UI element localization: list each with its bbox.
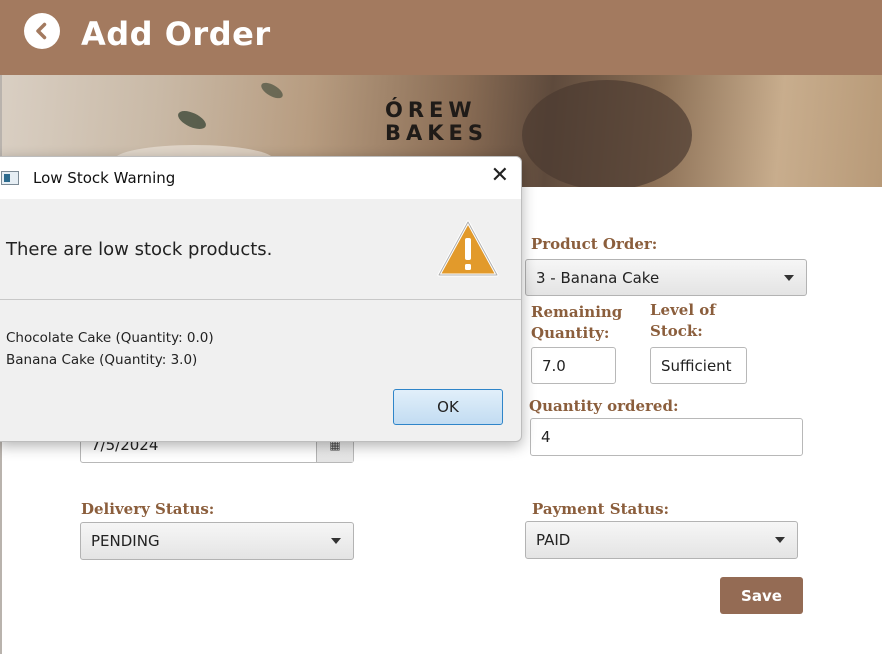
payment-status-select[interactable]: PAID [525,521,798,559]
app-window-icon [1,171,19,185]
warning-icon [437,220,499,277]
quantity-ordered-label: Quantity ordered: [529,397,679,415]
dialog-titlebar[interactable]: Low Stock Warning ✕ [0,157,521,199]
chevron-down-icon [784,274,794,281]
dialog-title: Low Stock Warning [33,169,176,187]
ok-button[interactable]: OK [393,389,503,425]
stock-level-label: Level of Stock: [650,301,716,340]
dialog-message: There are low stock products. [6,239,273,260]
product-order-select[interactable]: 3 - Banana Cake [525,259,807,296]
remaining-quantity-field: 7.0 [531,347,616,384]
product-order-value: 3 - Banana Cake [536,268,660,287]
payment-status-value: PAID [536,531,571,549]
delivery-status-value: PENDING [91,532,160,550]
close-icon[interactable]: ✕ [491,163,509,188]
low-stock-dialog: Low Stock Warning ✕ There are low stock … [0,156,522,442]
chevron-down-icon [331,538,341,544]
product-order-label: Product Order: [531,235,658,253]
chevron-down-icon [775,537,785,543]
delivery-status-select[interactable]: PENDING [80,522,354,560]
payment-status-label: Payment Status: [532,500,670,518]
list-item: Chocolate Cake (Quantity: 0.0) [6,330,214,346]
list-item: Banana Cake (Quantity: 3.0) [6,352,198,368]
back-button[interactable] [24,13,60,49]
remaining-quantity-label: Remaining Quantity: [531,303,623,342]
delivery-status-label: Delivery Status: [81,500,215,518]
save-button[interactable]: Save [720,577,803,614]
chevron-left-icon [36,22,47,40]
quantity-ordered-input[interactable]: 4 [530,418,803,456]
stock-level-field: Sufficient [650,347,747,384]
page-title: Add Order [81,15,271,53]
brand-logo: ÓREW BAKES [385,98,489,145]
app-header: Add Order [0,0,882,75]
low-stock-list: Chocolate Cake (Quantity: 0.0) Banana Ca… [6,327,214,371]
